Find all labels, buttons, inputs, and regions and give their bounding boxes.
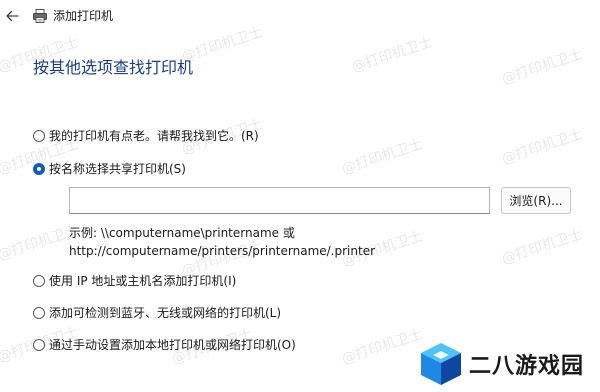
watermark: @打印机卫士 xyxy=(499,126,585,168)
radio-button-selected[interactable] xyxy=(33,163,45,175)
example-line-2: http://computername/printers/printername… xyxy=(69,244,376,258)
watermark: @打印机卫士 xyxy=(349,34,435,76)
site-logo: 二八游戏园 xyxy=(419,340,584,388)
watermark: @打印机卫士 xyxy=(339,136,425,178)
back-arrow-icon xyxy=(6,10,19,22)
example-line-1: 示例: \\computername\printername 或 xyxy=(69,226,295,240)
example-text: 示例: \\computername\printername 或 http://… xyxy=(69,224,375,260)
logo-text: 二八游戏园 xyxy=(469,354,585,379)
option-ip-or-hostname[interactable]: 使用 IP 地址或主机名添加打印机(I) xyxy=(33,272,236,290)
option-manual-local-or-network[interactable]: 通过手动设置添加本地打印机或网络打印机(O) xyxy=(33,336,296,354)
cube-logo-icon xyxy=(421,343,461,385)
page-heading: 按其他选项查找打印机 xyxy=(33,58,194,77)
option-label: 我的打印机有点老。请帮我找到它。(R) xyxy=(49,129,259,143)
watermark: @打印机卫士 xyxy=(499,226,585,268)
printer-icon xyxy=(33,9,47,23)
back-button[interactable] xyxy=(2,6,22,26)
add-printer-dialog: @打印机卫士 @打印机卫士 @打印机卫士 @打印机卫士 @打印机卫士 @打印机卫… xyxy=(0,0,600,392)
option-shared-printer-by-name[interactable]: 按名称选择共享打印机(S) xyxy=(33,160,186,178)
shared-printer-name-input[interactable] xyxy=(69,187,490,214)
radio-button[interactable] xyxy=(33,130,45,142)
option-label: 通过手动设置添加本地打印机或网络打印机(O) xyxy=(49,338,296,352)
radio-button[interactable] xyxy=(33,307,45,319)
window-title: 添加打印机 xyxy=(53,9,114,23)
option-bluetooth-wireless-network[interactable]: 添加可检测到蓝牙、无线或网络的打印机(L) xyxy=(33,304,281,322)
option-label: 添加可检测到蓝牙、无线或网络的打印机(L) xyxy=(49,306,282,320)
option-label: 按名称选择共享打印机(S) xyxy=(49,162,186,176)
title-bar: 添加打印机 xyxy=(0,0,600,34)
option-label: 使用 IP 地址或主机名添加打印机(I) xyxy=(49,274,237,288)
option-old-printer[interactable]: 我的打印机有点老。请帮我找到它。(R) xyxy=(33,127,259,145)
watermark: @打印机卫士 xyxy=(339,326,425,368)
browse-button[interactable]: 浏览(R)... xyxy=(501,187,571,214)
radio-button[interactable] xyxy=(33,275,45,287)
radio-button[interactable] xyxy=(33,339,45,351)
watermark: @打印机卫士 xyxy=(499,46,585,88)
